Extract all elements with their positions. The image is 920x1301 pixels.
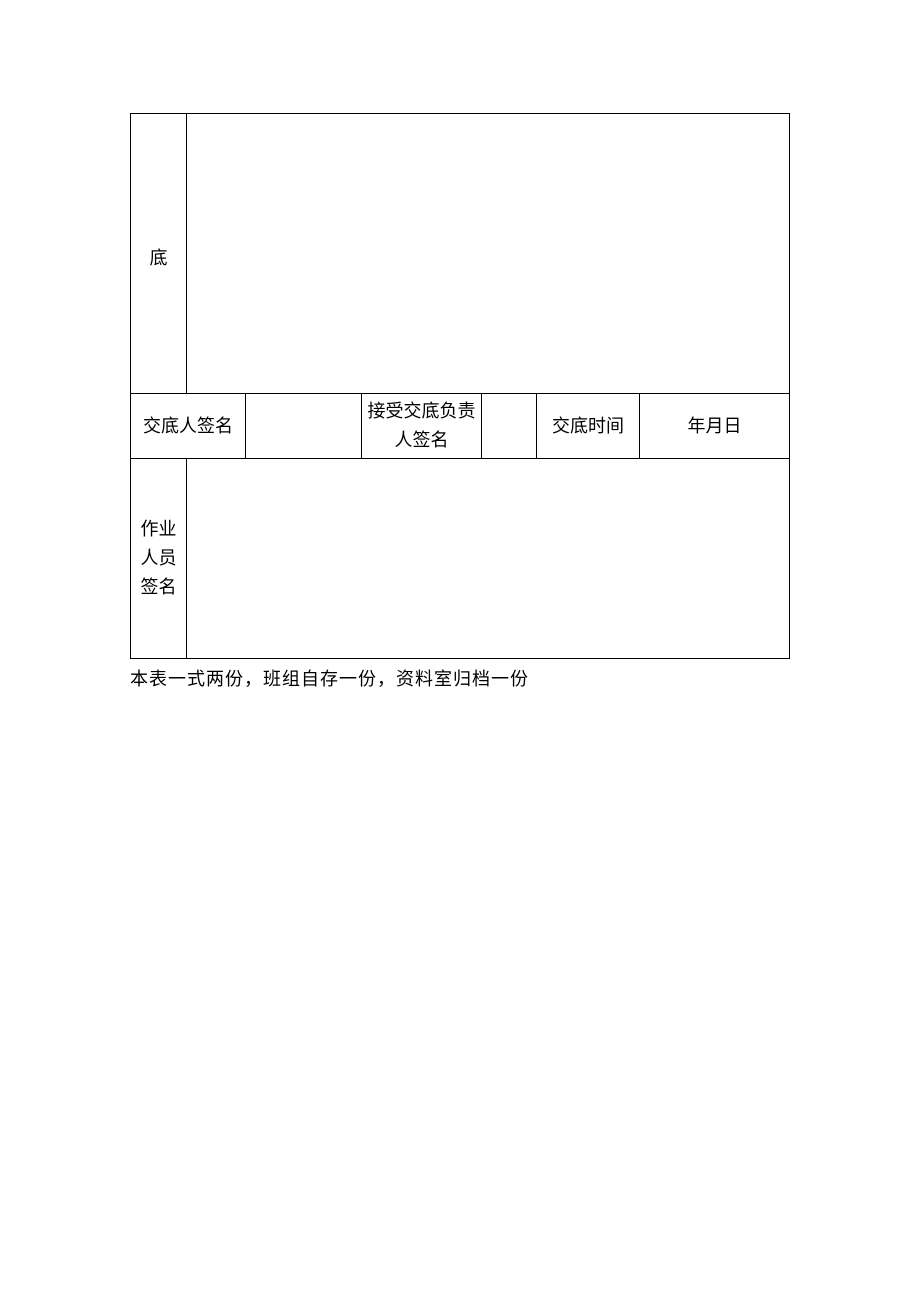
receiver-label-cell: 接受交底负责人签名 — [362, 394, 482, 459]
worker-label: 作业人员签名 — [141, 519, 177, 597]
content-value-cell — [187, 114, 790, 394]
footnote-text: 本表一式两份，班组自存一份，资料室归档一份 — [130, 665, 920, 691]
date-value-cell: 年月日 — [640, 394, 790, 459]
worker-value-cell — [187, 459, 790, 659]
signer-label: 交底人签名 — [143, 416, 233, 436]
receiver-label: 接受交底负责人签名 — [368, 401, 476, 450]
table-row-signatures: 交底人签名 接受交底负责人签名 交底时间 年月日 — [131, 394, 790, 459]
signer-label-cell: 交底人签名 — [131, 394, 246, 459]
date-value: 年月日 — [688, 416, 742, 436]
signer-value-cell — [246, 394, 362, 459]
content-label: 底 — [150, 248, 168, 268]
content-label-cell: 底 — [131, 114, 187, 394]
time-label: 交底时间 — [552, 416, 624, 436]
table-row-workers: 作业人员签名 — [131, 459, 790, 659]
receiver-value-cell — [482, 394, 537, 459]
disclosure-form-table: 底 交底人签名 接受交底负责人签名 交底时间 年月日 作业人员签名 — [130, 113, 790, 659]
worker-label-cell: 作业人员签名 — [131, 459, 187, 659]
table-row-content: 底 — [131, 114, 790, 394]
time-label-cell: 交底时间 — [537, 394, 640, 459]
